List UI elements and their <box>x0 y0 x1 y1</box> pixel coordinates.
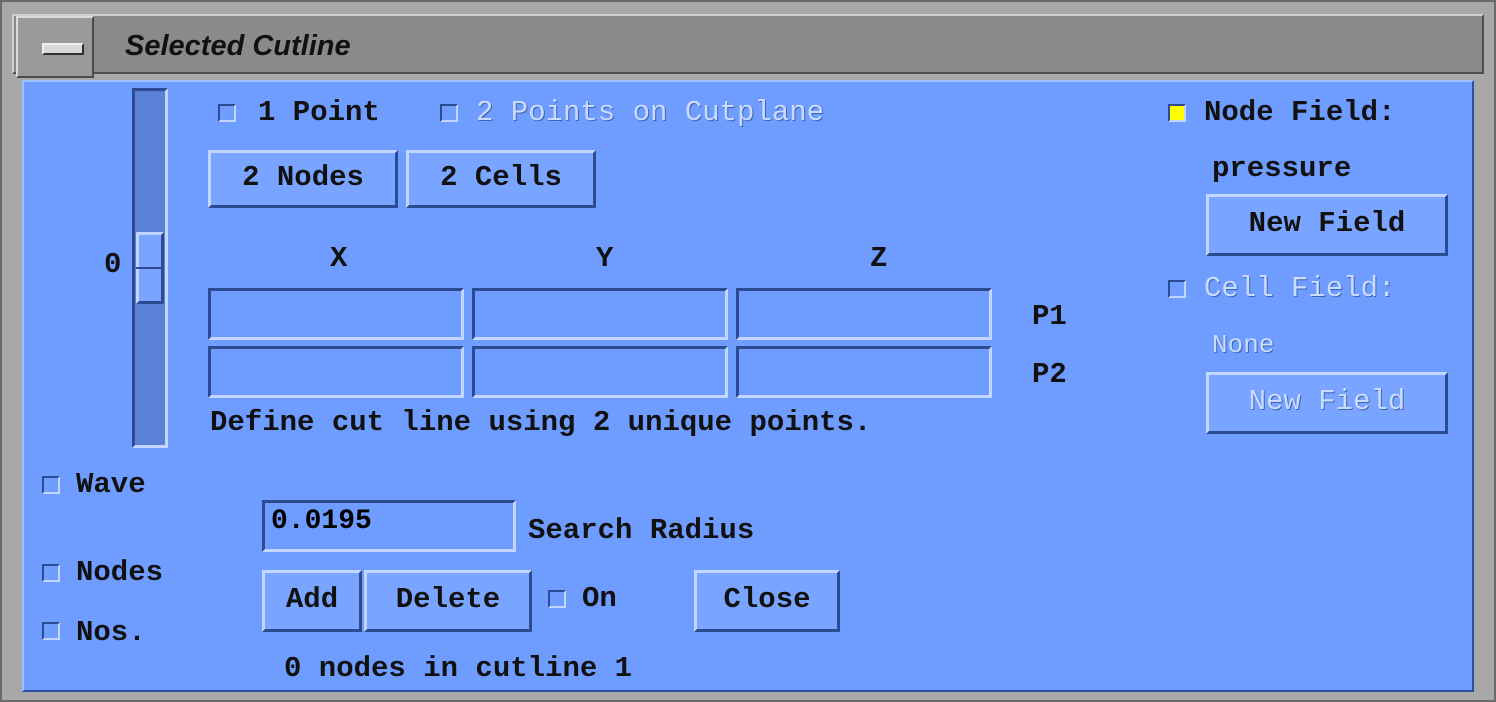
p1-y-field[interactable] <box>472 288 728 340</box>
window-title: Selected Cutline <box>125 30 351 62</box>
search-radius-input[interactable]: 0.0195 <box>262 500 516 552</box>
two-cells-button[interactable]: 2 Cells <box>406 150 596 208</box>
x-header: X <box>330 242 348 275</box>
cell-new-field-button[interactable]: New Field <box>1206 372 1448 434</box>
nodes-label: Nodes <box>76 556 164 589</box>
y-header: Y <box>596 242 614 275</box>
on-checkbox[interactable] <box>548 590 566 608</box>
node-field-value: pressure <box>1212 152 1352 185</box>
node-new-field-button[interactable]: New Field <box>1206 194 1448 256</box>
p1-label: P1 <box>1032 300 1067 333</box>
nos-checkbox[interactable] <box>42 622 60 640</box>
p2-y-field[interactable] <box>472 346 728 398</box>
hint-text: Define cut line using 2 unique points. <box>210 406 872 439</box>
on-label: On <box>582 582 617 615</box>
p1-x-field[interactable] <box>208 288 464 340</box>
two-points-label: 2 Points on Cutplane <box>476 96 825 129</box>
cell-field-label: Cell Field: <box>1204 272 1396 305</box>
close-button[interactable]: Close <box>694 570 840 632</box>
add-button[interactable]: Add <box>262 570 362 632</box>
wave-checkbox[interactable] <box>42 476 60 494</box>
window-menu-button[interactable] <box>16 16 94 78</box>
p2-x-field[interactable] <box>208 346 464 398</box>
two-nodes-button[interactable]: 2 Nodes <box>208 150 398 208</box>
one-point-label: 1 Point <box>258 96 380 129</box>
slider-thumb-groove <box>136 267 164 269</box>
window-menu-icon <box>42 43 84 55</box>
search-radius-label: Search Radius <box>528 514 755 547</box>
nodes-checkbox[interactable] <box>42 564 60 582</box>
cell-field-checkbox[interactable] <box>1168 280 1186 298</box>
node-field-checkbox[interactable] <box>1168 104 1186 122</box>
p2-label: P2 <box>1032 358 1067 391</box>
slider-value: 0 <box>104 248 122 281</box>
node-field-label: Node Field: <box>1204 96 1396 129</box>
cell-field-value: None <box>1212 330 1275 360</box>
wave-label: Wave <box>76 468 146 501</box>
delete-button[interactable]: Delete <box>364 570 532 632</box>
p1-z-field[interactable] <box>736 288 992 340</box>
one-point-checkbox[interactable] <box>218 104 236 122</box>
z-header: Z <box>870 242 888 275</box>
two-points-checkbox[interactable] <box>440 104 458 122</box>
nos-label: Nos. <box>76 616 146 649</box>
p2-z-field[interactable] <box>736 346 992 398</box>
status-text: 0 nodes in cutline 1 <box>284 652 633 685</box>
